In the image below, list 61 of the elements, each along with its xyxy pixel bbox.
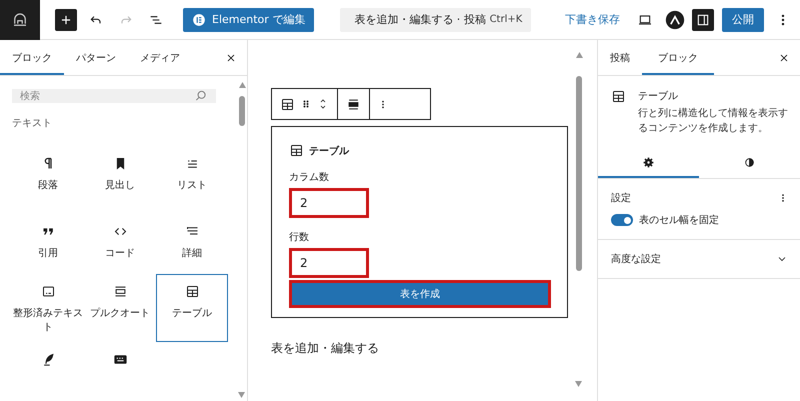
block-item[interactable]: 見出し bbox=[84, 138, 156, 206]
scroll-down-arrow[interactable] bbox=[238, 392, 245, 398]
settings-icon bbox=[642, 156, 655, 168]
search-icon bbox=[194, 89, 208, 103]
table-icon bbox=[184, 284, 200, 299]
block-item[interactable]: 整形済みテキスト bbox=[12, 274, 84, 342]
contrast-icon bbox=[743, 156, 756, 168]
table-icon bbox=[280, 96, 295, 112]
block-item[interactable]: 引用 bbox=[12, 206, 84, 274]
block-name: テーブル bbox=[638, 90, 679, 103]
table-icon bbox=[289, 143, 304, 158]
close-icon bbox=[225, 52, 237, 64]
block-item[interactable]: プルクオート bbox=[84, 274, 156, 342]
settings-panel-button[interactable] bbox=[692, 8, 714, 30]
block-type-button[interactable] bbox=[280, 96, 295, 112]
pullquote-icon bbox=[112, 284, 128, 299]
placeholder-title: テーブル bbox=[309, 144, 349, 158]
avatar-button[interactable] bbox=[664, 8, 686, 30]
inserter-tab[interactable]: パターン bbox=[64, 40, 128, 75]
block-item[interactable]: リスト bbox=[156, 138, 228, 206]
site-logo[interactable] bbox=[0, 0, 40, 40]
scroll-up-arrow[interactable] bbox=[576, 52, 582, 58]
create-table-button[interactable]: 表を作成 bbox=[289, 280, 551, 308]
add-block-button[interactable] bbox=[55, 8, 77, 30]
sidebar-tab[interactable]: 投稿 bbox=[598, 40, 642, 75]
close-icon bbox=[778, 52, 790, 64]
block-item[interactable]: コード bbox=[84, 206, 156, 274]
number-field[interactable]: 2 bbox=[289, 188, 369, 218]
paragraph-text: 表を追加・編集する bbox=[271, 340, 380, 357]
house-logo-icon bbox=[11, 10, 29, 28]
toggle-label: 表のセル幅を固定 bbox=[639, 214, 719, 227]
block-item[interactable]: テーブル bbox=[156, 274, 228, 342]
advanced-section-toggle[interactable]: 高度な設定 bbox=[611, 252, 661, 266]
block-item[interactable]: 段落 bbox=[12, 138, 84, 206]
align-button[interactable] bbox=[346, 96, 361, 112]
scroll-down-arrow[interactable] bbox=[575, 381, 582, 387]
category-heading: テキスト bbox=[12, 117, 52, 130]
field-label: カラム数 bbox=[289, 171, 330, 184]
elementor-edit-button[interactable]: Elementor で編集 bbox=[183, 8, 314, 32]
publish-button[interactable]: 公開 bbox=[722, 8, 764, 32]
inserter-tab[interactable]: ブロック bbox=[0, 40, 64, 75]
scroll-up-arrow[interactable] bbox=[238, 82, 246, 88]
command-bar[interactable]: 表を追加・編集する · 投稿 Ctrl+K bbox=[340, 8, 532, 32]
preformatted-icon bbox=[40, 284, 56, 299]
close-button[interactable] bbox=[225, 52, 237, 64]
number-field[interactable]: 2 bbox=[289, 248, 369, 278]
save-draft-link[interactable]: 下書き保存 bbox=[565, 12, 620, 27]
elementor-icon bbox=[192, 12, 206, 26]
block-item[interactable]: 詳細 bbox=[156, 206, 228, 274]
close-button[interactable] bbox=[778, 52, 790, 64]
block-description: 行と列に構造化して情報を表示するコンテンツを作成します。 bbox=[638, 107, 789, 136]
inserter-tab[interactable]: メディア bbox=[128, 40, 192, 75]
scrollbar-thumb[interactable] bbox=[576, 76, 582, 271]
sidebar-tab[interactable]: ブロック bbox=[642, 40, 714, 75]
logo-circle-icon bbox=[665, 10, 685, 30]
scrollbar-thumb[interactable] bbox=[239, 96, 245, 126]
field-label: 行数 bbox=[289, 231, 310, 244]
align-icon bbox=[346, 96, 361, 112]
table-icon bbox=[611, 89, 626, 104]
section-heading: 設定 bbox=[611, 192, 631, 205]
toggle-switch[interactable] bbox=[611, 214, 633, 226]
